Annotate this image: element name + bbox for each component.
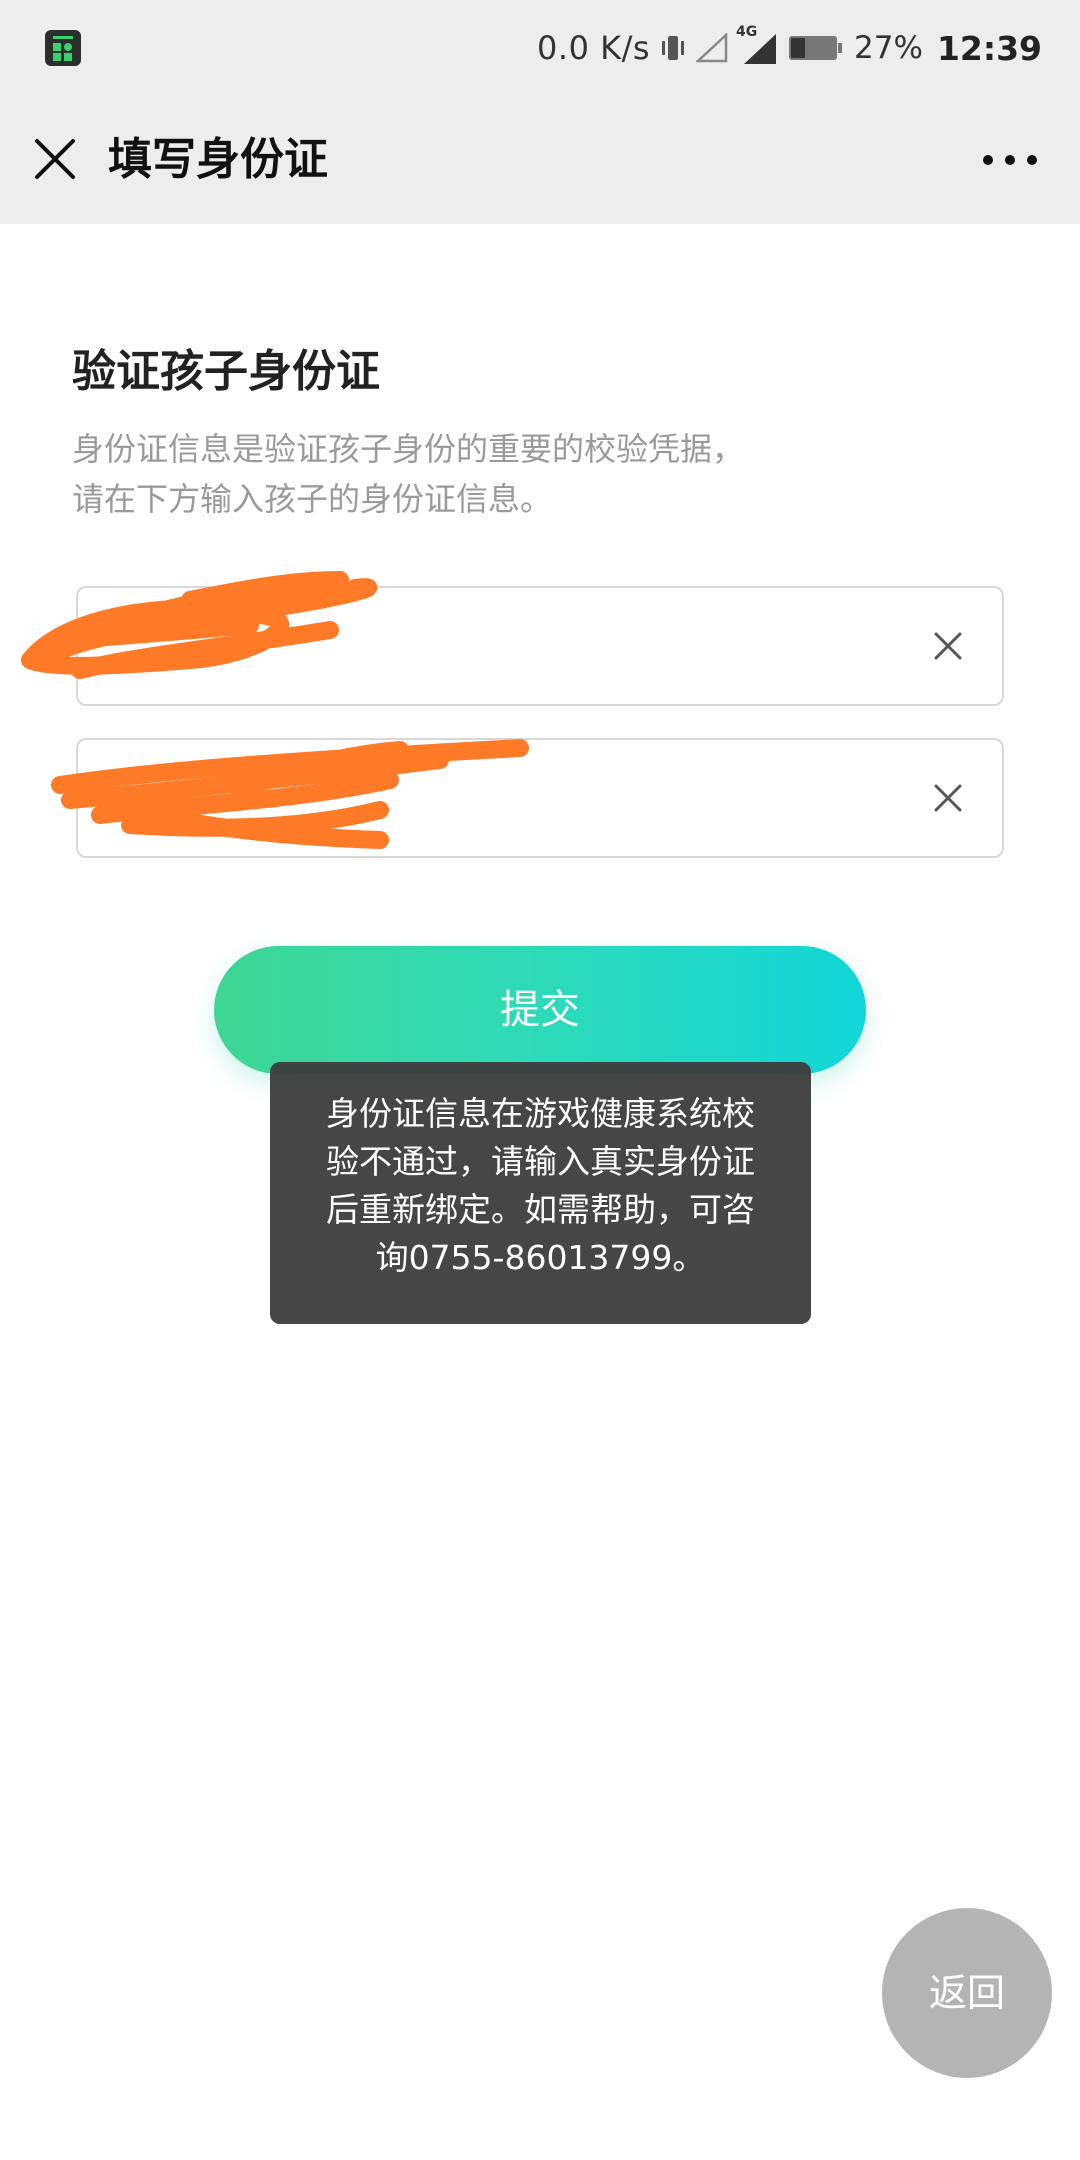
toast-line: 身份证信息在游戏健康系统校 [326,1094,755,1133]
signal-4g-icon: 4G [736,24,778,66]
error-toast: 身份证信息在游戏健康系统校 验不通过，请输入真实身份证 后重新绑定。如需帮助，可… [270,1062,811,1324]
more-button[interactable] [980,140,1040,180]
description-line: 请在下方输入孩子的身份证信息。 [72,480,553,518]
vibrate-icon [660,33,686,63]
toast-line: 后重新绑定。如需帮助，可咨 [326,1190,755,1229]
name-input[interactable] [106,588,910,706]
net-speed: 0.0 K/s [537,29,651,67]
id-number-field-container [76,738,1004,858]
back-button[interactable]: 返回 [882,1908,1052,2078]
close-button[interactable] [28,132,82,186]
signal-empty-icon [696,33,728,63]
status-bar: 0.0 K/s 4G 27% 12:39 [0,0,1080,96]
page-title: 填写身份证 [108,134,328,185]
network-type-label: 4G [736,24,758,40]
status-indicators: 0.0 K/s 4G 27% 12:39 [537,24,1042,72]
section-title: 验证孩子身份证 [72,346,380,397]
close-icon [35,139,75,179]
clear-id-number-button[interactable] [928,778,968,818]
description-line: 身份证信息是验证孩子身份的重要的校验凭据， [72,430,745,468]
battery-icon [788,33,844,63]
name-field-container [76,586,1004,706]
more-dots-icon [983,155,1037,165]
nav-bar: 填写身份证 [0,96,1080,224]
id-number-input[interactable] [106,740,910,858]
submit-button[interactable]: 提交 [214,946,866,1074]
toast-line: 验不通过，请输入真实身份证 [326,1142,755,1181]
battery-percent: 27% [854,30,923,66]
clear-name-button[interactable] [928,626,968,666]
page: 0.0 K/s 4G 27% 12:39 填写身份证 验证孩子身份证 身份证信息… [0,0,1080,2160]
clock: 12:39 [936,28,1042,68]
clear-icon [934,784,962,812]
clear-icon [934,632,962,660]
app-icon [45,30,81,66]
toast-line: 询0755-86013799。 [375,1238,706,1277]
section-description: 身份证信息是验证孩子身份的重要的校验凭据， 请在下方输入孩子的身份证信息。 [72,424,932,524]
